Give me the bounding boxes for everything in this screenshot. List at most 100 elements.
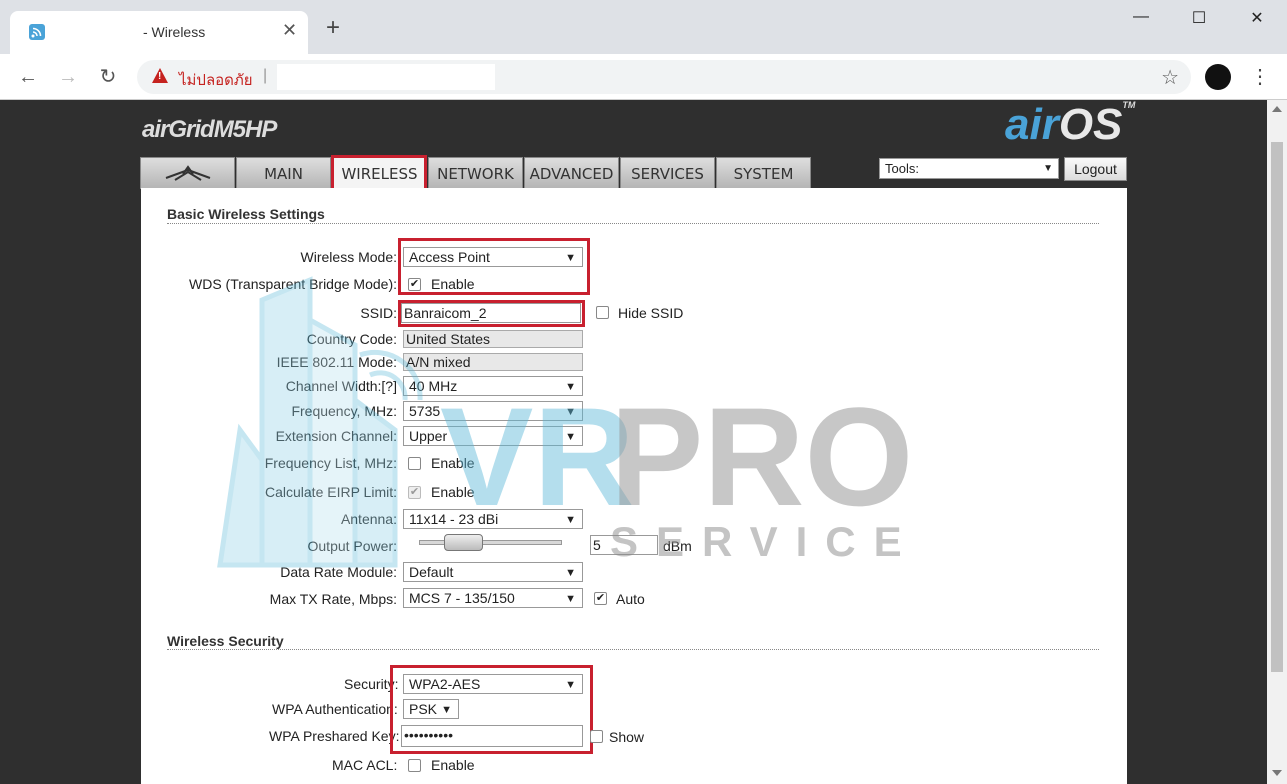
ieee-mode-label: IEEE 802.11 Mode: (276, 354, 397, 370)
basic-wireless-title: Basic Wireless Settings (167, 206, 325, 222)
wireless-mode-label: Wireless Mode: (300, 249, 397, 265)
country-code-label: Country Code: (306, 331, 397, 347)
tab-network[interactable]: NETWORK (428, 157, 523, 189)
maximize-icon[interactable]: ☐ (1184, 8, 1214, 32)
output-power-input[interactable]: 5 (590, 535, 658, 555)
scroll-up-icon[interactable] (1272, 106, 1282, 112)
wds-enable-label: Enable (431, 276, 475, 292)
wpa-authentication-label: WPA Authentication: (272, 701, 398, 717)
hide-ssid-label: Hide SSID (618, 305, 684, 321)
frequency-label: Frequency, MHz: (291, 403, 397, 419)
window-close-icon[interactable]: ✕ (1242, 8, 1272, 32)
dropdown-arrow-icon: ▼ (565, 514, 576, 526)
dropdown-arrow-icon: ▼ (565, 593, 576, 605)
tab-wireless[interactable]: WIRELESS (332, 157, 427, 190)
wpa-preshared-key-label: WPA Preshared Key: (269, 728, 400, 744)
eirp-label: Calculate EIRP Limit: (264, 484, 397, 500)
output-power-slider-handle[interactable] (444, 534, 483, 551)
max-tx-auto-label: Auto (616, 591, 645, 607)
wpa-authentication-select[interactable]: PSK ▼ (403, 699, 459, 719)
dropdown-arrow-icon: ▼ (441, 704, 452, 716)
address-bar[interactable]: ไม่ปลอดภัย | ☆ (137, 60, 1191, 94)
tab-services[interactable]: SERVICES (620, 157, 715, 189)
channel-width-label: Channel Width:[?] (285, 378, 397, 394)
dropdown-arrow-icon: ▼ (565, 406, 576, 418)
eirp-checkbox[interactable]: ✔ (408, 486, 421, 499)
dropdown-arrow-icon: ▼ (1043, 163, 1053, 174)
airos-page: airGridM5HP airOSTM MAIN WIRELESS NETWOR… (0, 100, 1267, 784)
show-key-checkbox[interactable] (590, 730, 603, 743)
max-tx-auto-checkbox[interactable]: ✔ (594, 592, 607, 605)
show-key-label: Show (609, 729, 645, 745)
section-divider (167, 649, 1099, 650)
close-tab-icon[interactable]: ✕ (282, 20, 297, 41)
antenna-select[interactable]: 11x14 - 23 dBi ▼ (403, 509, 583, 529)
frequency-list-enable-label: Enable (431, 455, 475, 471)
security-select[interactable]: WPA2-AES ▼ (403, 674, 583, 694)
tools-dropdown[interactable]: Tools: ▼ (879, 158, 1059, 179)
dropdown-arrow-icon: ▼ (565, 679, 576, 691)
settings-panel: Basic Wireless Settings Wireless Mode: A… (141, 188, 1127, 784)
frequency-list-label: Frequency List, MHz: (264, 455, 397, 471)
url-redacted (277, 64, 495, 90)
mac-acl-label: MAC ACL: (332, 757, 398, 773)
page-scrollbar[interactable] (1267, 100, 1287, 784)
ubiquiti-logo-icon (165, 165, 210, 181)
new-tab-icon[interactable]: + (326, 16, 340, 40)
airos-logo: airOSTM (1005, 100, 1136, 149)
eirp-enable-label: Enable (431, 484, 475, 500)
dropdown-arrow-icon: ▼ (565, 381, 576, 393)
wds-checkbox[interactable]: ✔ (408, 278, 421, 291)
forward-icon[interactable]: → (55, 64, 81, 90)
dropdown-arrow-icon: ▼ (565, 567, 576, 579)
ssid-label: SSID: (360, 305, 397, 321)
wpa-preshared-key-input[interactable]: •••••••••• (401, 725, 583, 747)
antenna-label: Antenna: (340, 511, 397, 527)
tab-ubnt-logo[interactable] (140, 157, 235, 189)
ieee-mode-field[interactable]: A/N mixed (403, 353, 583, 371)
output-power-label: Output Power: (307, 538, 398, 554)
extension-channel-select[interactable]: Upper ▼ (403, 426, 583, 446)
scroll-thumb[interactable] (1271, 142, 1283, 672)
back-icon[interactable]: ← (15, 64, 41, 90)
wds-label: WDS (Transparent Bridge Mode): (189, 276, 397, 292)
dropdown-arrow-icon: ▼ (565, 252, 576, 264)
wireless-mode-select[interactable]: Access Point ▼ (403, 247, 583, 267)
dropdown-arrow-icon: ▼ (565, 431, 576, 443)
output-power-slider-track[interactable] (419, 540, 562, 545)
product-logo: airGridM5HP (142, 116, 277, 143)
hide-ssid-checkbox[interactable] (596, 306, 609, 319)
browser-toolbar: ← → ↻ ไม่ปลอดภัย | ☆ ⋮ (0, 54, 1287, 100)
scroll-down-icon[interactable] (1272, 770, 1282, 776)
logout-button[interactable]: Logout (1064, 157, 1127, 181)
not-secure-label: ไม่ปลอดภัย (179, 72, 253, 89)
country-code-field[interactable]: United States (403, 330, 583, 348)
mac-acl-checkbox[interactable] (408, 759, 421, 772)
wifi-favicon-icon (29, 24, 45, 40)
url-separator: | (263, 67, 268, 84)
warning-icon (152, 68, 168, 83)
mac-acl-enable-label: Enable (431, 757, 475, 773)
reload-icon[interactable]: ↻ (95, 64, 121, 90)
wireless-security-title: Wireless Security (167, 633, 284, 649)
data-rate-module-select[interactable]: Default ▼ (403, 562, 583, 582)
extension-channel-label: Extension Channel: (275, 428, 397, 444)
minimize-icon[interactable]: — (1126, 8, 1156, 32)
channel-width-select[interactable]: 40 MHz ▼ (403, 376, 583, 396)
dbm-unit-label: dBm (663, 538, 692, 554)
profile-avatar[interactable] (1205, 64, 1231, 90)
frequency-select[interactable]: 5735 ▼ (403, 401, 583, 421)
section-divider (167, 223, 1099, 224)
security-label: Security: (344, 676, 399, 692)
max-tx-rate-label: Max TX Rate, Mbps: (269, 591, 397, 607)
browser-tab-bar: - Wireless ✕ + — ☐ ✕ (0, 0, 1287, 54)
max-tx-rate-select[interactable]: MCS 7 - 135/150 ▼ (403, 588, 583, 608)
bookmark-star-icon[interactable]: ☆ (1161, 65, 1179, 90)
tab-advanced[interactable]: ADVANCED (524, 157, 619, 189)
ssid-input[interactable]: Banraicom_2 (401, 303, 581, 323)
browser-menu-icon[interactable]: ⋮ (1250, 64, 1270, 89)
tab-main[interactable]: MAIN (236, 157, 331, 189)
tab-system[interactable]: SYSTEM (716, 157, 811, 189)
browser-tab[interactable]: - Wireless ✕ (10, 11, 308, 54)
frequency-list-checkbox[interactable] (408, 457, 421, 470)
